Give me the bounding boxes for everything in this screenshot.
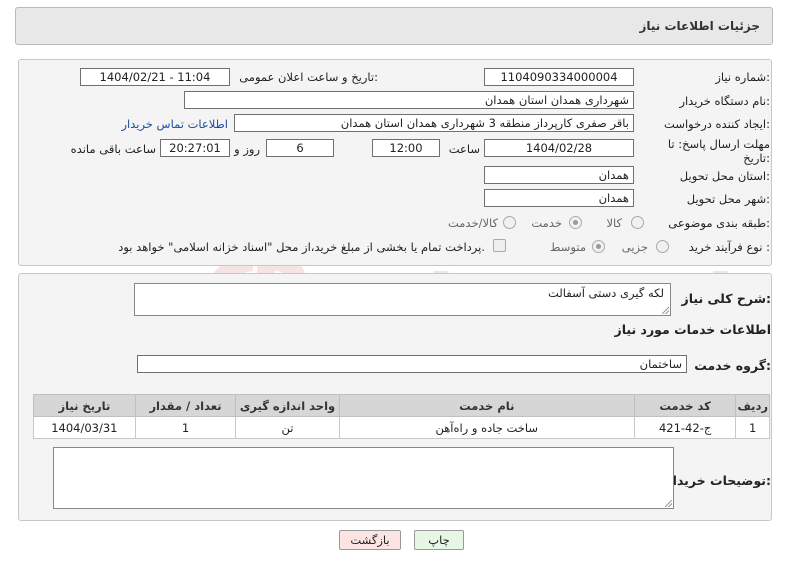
col-service-name: نام خدمت xyxy=(338,394,635,417)
need-number-field[interactable]: 1104090334000004 xyxy=(484,68,634,86)
deadline-label-line1: مهلت ارسال پاسخ: تا xyxy=(667,137,770,151)
province-label: استان محل تحویل: xyxy=(679,169,770,183)
col-service-code: کد خدمت xyxy=(633,394,737,417)
category-goods-radio[interactable] xyxy=(631,216,644,229)
col-need-date: تاریخ نیاز xyxy=(33,394,136,417)
services-table: تاریخ نیاز تعداد / مقدار واحد اندازه گیر… xyxy=(33,394,770,439)
resize-grip-icon[interactable] xyxy=(662,307,669,314)
process-label: نوع فرآیند خرید : xyxy=(688,240,770,254)
cell-unit: تن xyxy=(235,416,340,439)
remaining-time-field[interactable]: 20:27:01 xyxy=(160,139,230,157)
category-label: طبقه بندی موضوعی: xyxy=(668,216,770,230)
cell-service-code: ج-42-421 xyxy=(633,416,737,439)
services-section-title: اطلاعات خدمات مورد نیاز xyxy=(614,322,772,337)
days-field[interactable]: 6 xyxy=(266,139,334,157)
treasury-payment-note: پرداخت تمام یا بخشی از مبلغ خرید،از محل … xyxy=(118,240,485,254)
resize-grip-icon[interactable] xyxy=(665,500,672,507)
treasury-payment-checkbox[interactable] xyxy=(493,239,506,252)
deadline-time-label: ساعت xyxy=(448,142,480,156)
deadline-label-line2: تاریخ: xyxy=(743,151,770,165)
description-textarea[interactable]: لکه گیری دستی آسفالت xyxy=(134,283,671,316)
cell-need-date: 1404/03/31 xyxy=(33,416,136,439)
description-label: شرح کلی نیاز: xyxy=(681,291,772,306)
buyer-contact-link[interactable]: اطلاعات تماس خریدار xyxy=(121,117,228,131)
process-medium-label: متوسط xyxy=(549,240,586,254)
service-group-field[interactable]: ساختمان xyxy=(137,355,687,373)
days-label: روز و xyxy=(234,142,260,156)
buyer-notes-label: توضیحات خریدار: xyxy=(665,473,771,488)
cell-row-number: 1 xyxy=(735,416,770,439)
buyer-org-field[interactable]: شهرداری همدان استان همدان xyxy=(184,91,634,109)
description-text: لکه گیری دستی آسفالت xyxy=(547,286,664,300)
col-unit: واحد اندازه گیری xyxy=(235,394,340,417)
cell-quantity: 1 xyxy=(134,416,237,439)
need-number-label: شماره نیاز: xyxy=(715,70,770,84)
announce-date-label: تاریخ و ساعت اعلان عمومی: xyxy=(239,70,378,84)
remaining-time-label: ساعت باقی مانده xyxy=(70,142,156,156)
page-header: جزئیات اطلاعات نیاز xyxy=(15,7,773,45)
creator-label: ایجاد کننده درخواست: xyxy=(664,117,770,131)
announce-date-field[interactable]: 1404/02/21 - 11:04 xyxy=(80,68,230,86)
process-medium-radio[interactable] xyxy=(592,240,605,253)
city-label: شهر محل تحویل: xyxy=(686,192,770,206)
print-button[interactable]: چاپ xyxy=(414,530,464,550)
process-minor-label: جزیی xyxy=(621,240,648,254)
process-minor-radio[interactable] xyxy=(656,240,669,253)
creator-field[interactable]: باقر صفری کارپرداز منطقه 3 شهرداری همدان… xyxy=(234,114,634,132)
category-goods-label: کالا xyxy=(606,216,622,230)
category-goods-service-radio[interactable] xyxy=(503,216,516,229)
province-field[interactable]: همدان xyxy=(484,166,634,184)
buyer-notes-textarea[interactable] xyxy=(53,447,674,509)
table-header-row: تاریخ نیاز تعداد / مقدار واحد اندازه گیر… xyxy=(33,394,770,417)
deadline-time-field[interactable]: 12:00 xyxy=(372,139,440,157)
cell-service-name: ساخت جاده و راه‌آهن xyxy=(338,416,635,439)
col-row-number: ردیف xyxy=(735,394,770,417)
page-title: جزئیات اطلاعات نیاز xyxy=(639,19,760,33)
deadline-date-field[interactable]: 1404/02/28 xyxy=(484,139,634,157)
buyer-org-label: نام دستگاه خریدار: xyxy=(679,94,770,108)
category-goods-service-label: کالا/خدمت xyxy=(447,216,498,230)
category-service-radio[interactable] xyxy=(569,216,582,229)
back-button[interactable]: بازگشت xyxy=(339,530,401,550)
deadline-label: مهلت ارسال پاسخ: تا تاریخ: xyxy=(668,137,770,165)
category-service-label: خدمت xyxy=(531,216,562,230)
col-quantity: تعداد / مقدار xyxy=(134,394,237,417)
city-field[interactable]: همدان xyxy=(484,189,634,207)
service-group-label: گروه خدمت: xyxy=(694,358,771,373)
table-row: 1404/03/31 1 تن ساخت جاده و راه‌آهن ج-42… xyxy=(33,416,770,439)
